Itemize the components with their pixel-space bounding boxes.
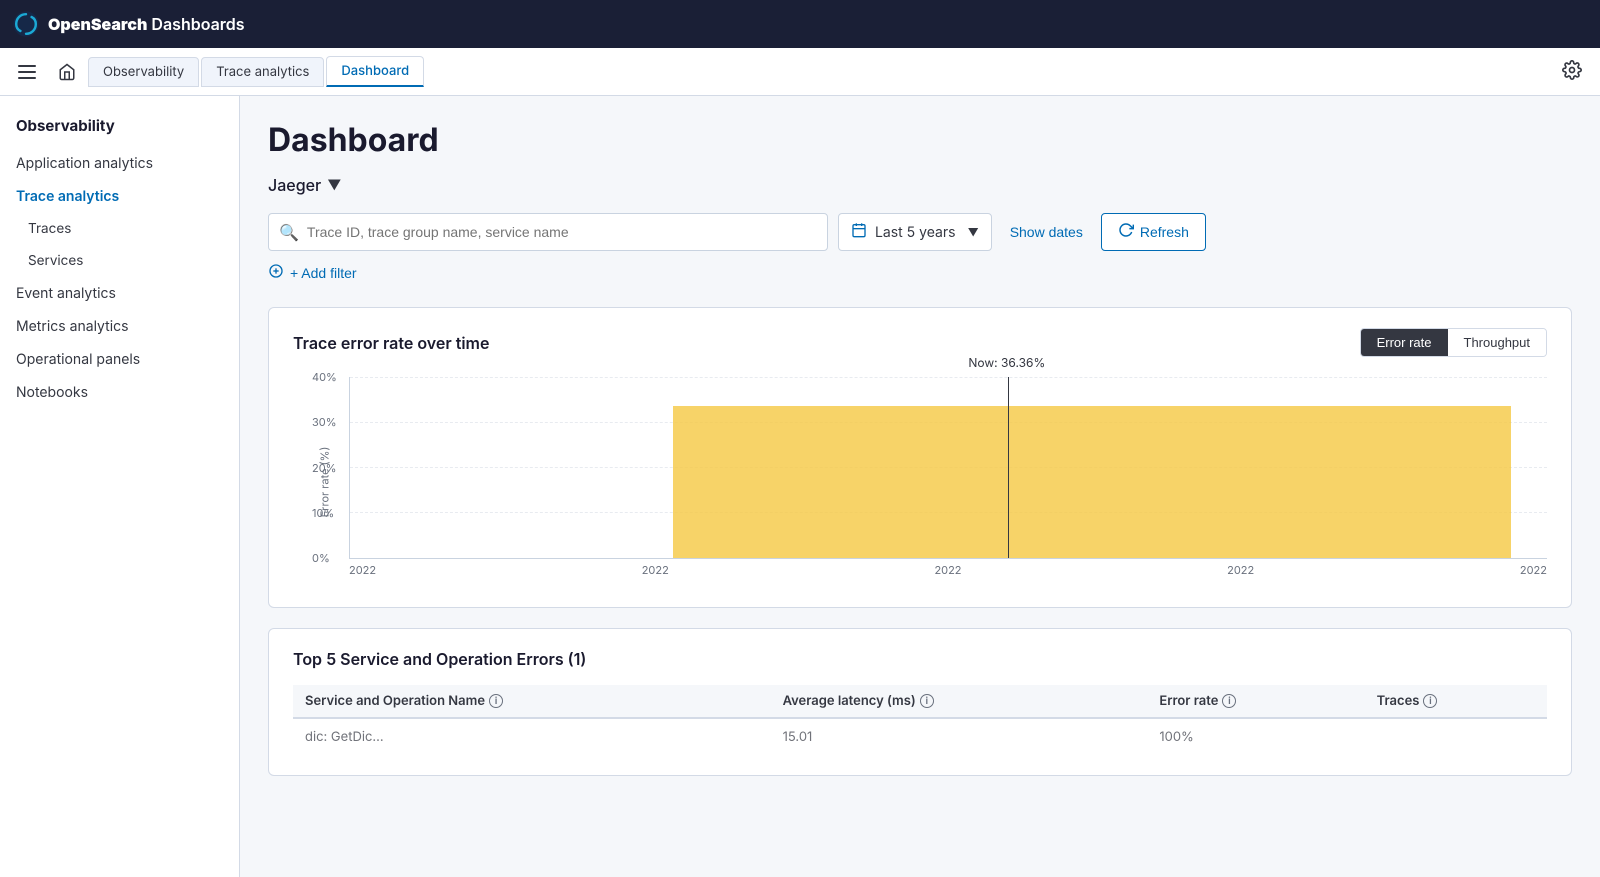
opensearch-logo-icon (12, 10, 40, 38)
breadcrumb-observability[interactable]: Observability (88, 57, 199, 87)
x-label-1: 2022 (349, 563, 376, 577)
date-picker[interactable]: Last 5 years ▼ (838, 213, 992, 251)
refresh-button[interactable]: Refresh (1101, 213, 1206, 251)
table-card: Top 5 Service and Operation Errors (1) S… (268, 628, 1572, 776)
chart-toggle: Error rate Throughput (1360, 328, 1547, 357)
cell-service-name: dic: GetDic... (293, 718, 771, 755)
sidebar-item-application-analytics[interactable]: Application analytics (0, 147, 239, 180)
filter-icon (268, 263, 284, 283)
now-label: Now: 36.36% (968, 355, 1045, 370)
th-service-operation: Service and Operation Name i (293, 685, 771, 718)
th-avg-latency-label: Average latency (ms) (783, 693, 916, 709)
chevron-down-icon: ▼ (327, 177, 341, 194)
y-tick-label-20: 20% (312, 461, 336, 475)
cell-traces (1365, 718, 1547, 755)
y-tick-label-30: 30% (312, 415, 337, 429)
topbar: OpenSearch Dashboards (0, 0, 1600, 48)
th-traces-info[interactable]: i (1423, 694, 1437, 708)
date-chevron-icon: ▼ (968, 225, 979, 239)
date-range-text: Last 5 years (875, 224, 956, 241)
sidebar-item-trace-analytics[interactable]: Trace analytics (0, 180, 239, 213)
chart-bar-fill (673, 406, 1511, 558)
breadcrumb: Observability Trace analytics Dashboard (88, 56, 426, 87)
hamburger-button[interactable] (12, 59, 42, 85)
topbar-right (1556, 54, 1588, 89)
sidebar: Observability Application analytics Trac… (0, 96, 240, 877)
page-title: Dashboard (268, 120, 1572, 159)
y-tick-label-40: 40% (312, 370, 337, 384)
breadcrumb-bar: Observability Trace analytics Dashboard (0, 48, 1600, 96)
toggle-throughput[interactable]: Throughput (1448, 329, 1547, 356)
chart-title: Trace error rate over time (293, 333, 489, 353)
refresh-icon (1118, 222, 1134, 243)
sidebar-item-traces[interactable]: Traces (0, 213, 239, 245)
sidebar-section-title: Observability (0, 112, 239, 147)
y-tick-line-40 (350, 377, 1547, 378)
main-content: Dashboard Jaeger ▼ 🔍 L (240, 96, 1600, 877)
x-label-3: 2022 (934, 563, 961, 577)
service-name: Jaeger (268, 175, 321, 195)
calendar-icon (851, 222, 867, 242)
table-card-title: Top 5 Service and Operation Errors (1) (293, 649, 1547, 669)
add-filter-button[interactable]: + Add filter (290, 265, 357, 281)
sidebar-item-metrics-analytics[interactable]: Metrics analytics (0, 310, 239, 343)
chart-card: Trace error rate over time Error rate Th… (268, 307, 1572, 608)
th-traces-label: Traces (1377, 693, 1420, 709)
search-icon: 🔍 (279, 222, 299, 242)
th-error-rate-info[interactable]: i (1222, 694, 1236, 708)
search-box[interactable]: 🔍 (268, 213, 828, 251)
filter-bar: 🔍 Last 5 years ▼ Show dates (268, 213, 1572, 251)
cell-latency: 15.01 (771, 718, 1148, 755)
refresh-label: Refresh (1140, 224, 1189, 240)
sidebar-item-services[interactable]: Services (0, 245, 239, 277)
chart-header: Trace error rate over time Error rate Th… (293, 328, 1547, 357)
x-label-2: 2022 (642, 563, 669, 577)
th-service-operation-info[interactable]: i (489, 694, 503, 708)
add-filter-row: + Add filter (268, 263, 1572, 283)
x-label-4: 2022 (1227, 563, 1254, 577)
toggle-error-rate[interactable]: Error rate (1361, 329, 1448, 356)
search-input[interactable] (307, 224, 817, 240)
th-error-rate: Error rate i (1147, 685, 1364, 718)
breadcrumb-trace-analytics[interactable]: Trace analytics (201, 57, 324, 87)
y-tick-label-10: 10% (312, 506, 334, 520)
now-line: Now: 36.36% (1008, 377, 1009, 558)
app-layout: Observability Application analytics Trac… (0, 96, 1600, 877)
sidebar-item-operational-panels[interactable]: Operational panels (0, 343, 239, 376)
home-button[interactable] (50, 57, 84, 87)
sidebar-item-event-analytics[interactable]: Event analytics (0, 277, 239, 310)
th-traces: Traces i (1365, 685, 1547, 718)
table-header-row: Service and Operation Name i Average lat… (293, 685, 1547, 718)
service-selector[interactable]: Jaeger ▼ (268, 175, 1572, 195)
table-row: dic: GetDic... 15.01 100% (293, 718, 1547, 755)
data-table: Service and Operation Name i Average lat… (293, 685, 1547, 755)
th-avg-latency: Average latency (ms) i (771, 685, 1148, 718)
breadcrumb-dashboard[interactable]: Dashboard (326, 56, 424, 87)
th-service-operation-label: Service and Operation Name (305, 693, 485, 709)
y-tick-label-0: 0% (312, 551, 330, 565)
chart-plot: 40% 30% 20% 10% (349, 377, 1547, 559)
settings-button[interactable] (1556, 54, 1588, 89)
x-axis-labels: 2022 2022 2022 2022 2022 (349, 563, 1547, 577)
th-avg-latency-info[interactable]: i (920, 694, 934, 708)
th-error-rate-label: Error rate (1159, 693, 1218, 709)
sidebar-item-notebooks[interactable]: Notebooks (0, 376, 239, 409)
cell-error-rate: 100% (1147, 718, 1364, 755)
x-label-5: 2022 (1520, 563, 1547, 577)
logo-text: OpenSearch Dashboards (48, 14, 245, 34)
show-dates-button[interactable]: Show dates (1002, 218, 1091, 246)
app-logo: OpenSearch Dashboards (12, 10, 245, 38)
